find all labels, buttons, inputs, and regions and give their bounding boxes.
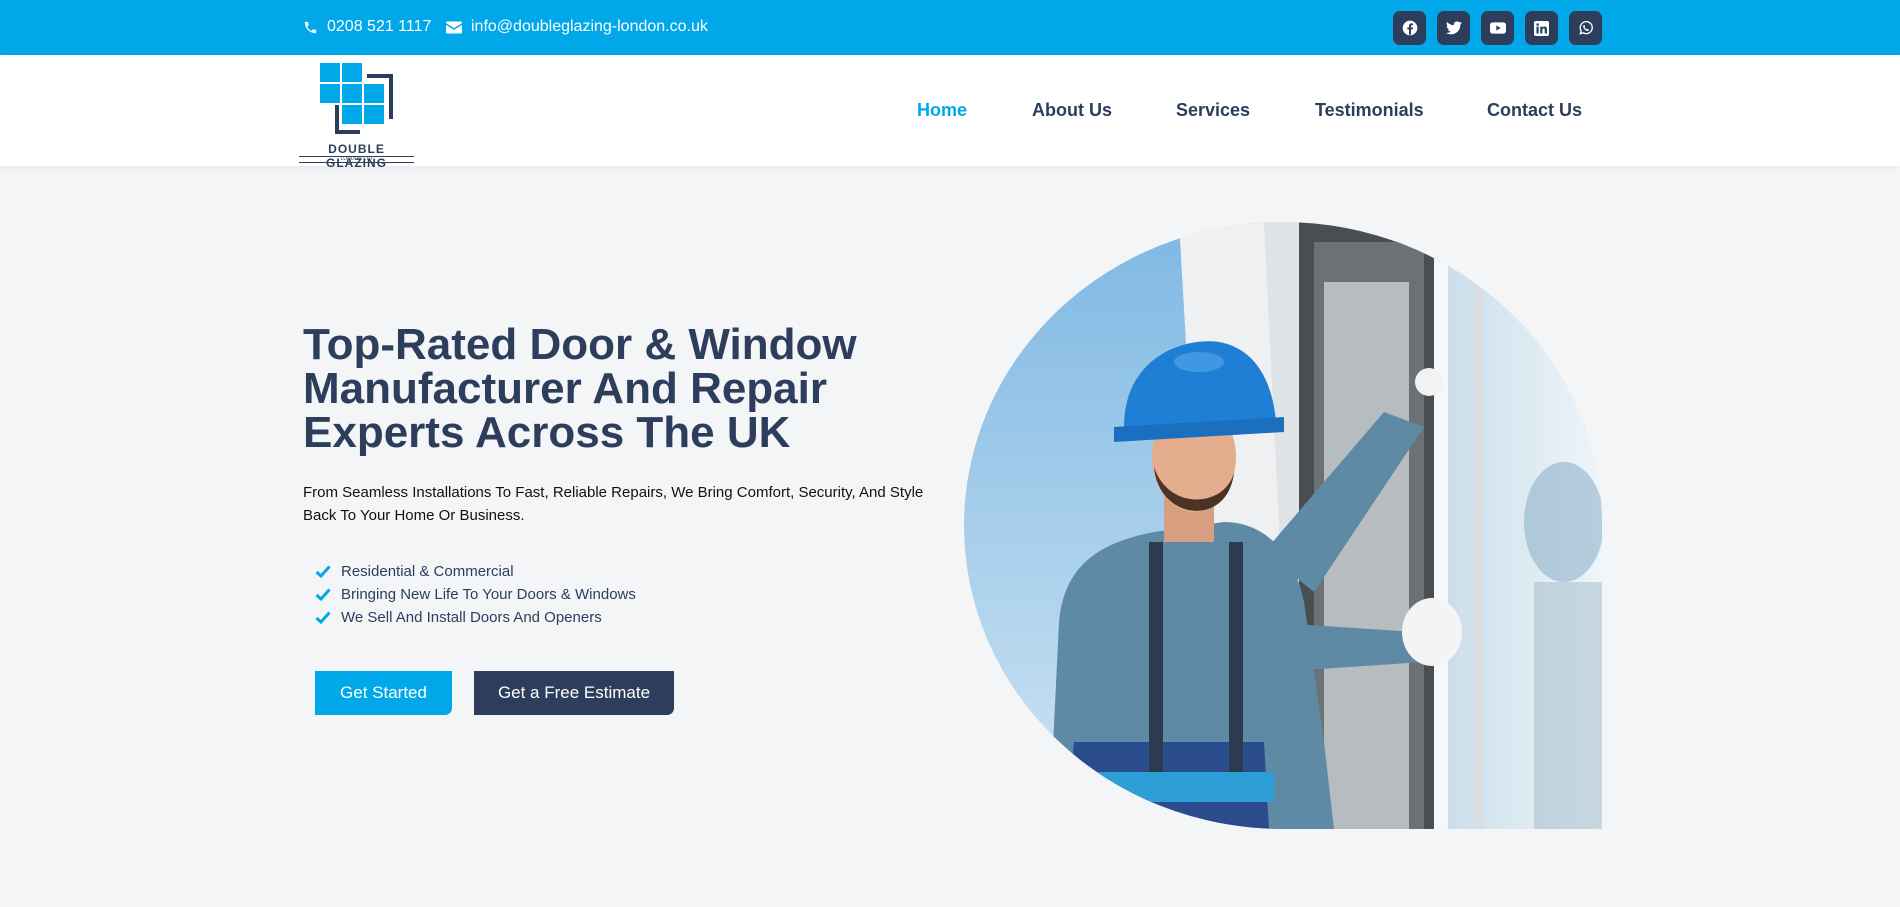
facebook-icon bbox=[1402, 20, 1417, 36]
whatsapp-link[interactable] bbox=[1569, 11, 1602, 45]
nav-services[interactable]: Services bbox=[1176, 100, 1250, 121]
twitter-icon bbox=[1445, 21, 1462, 35]
feature-item: Residential & Commercial bbox=[315, 560, 636, 583]
feature-label: Residential & Commercial bbox=[341, 563, 514, 580]
nav-about-us[interactable]: About Us bbox=[1032, 100, 1112, 121]
worker-installing-window-illustration bbox=[964, 222, 1602, 829]
envelope-icon bbox=[446, 21, 462, 33]
linkedin-link[interactable] bbox=[1525, 11, 1558, 45]
brand-logo[interactable]: DOUBLE GLAZING LONDON LTD bbox=[299, 62, 414, 170]
check-icon bbox=[315, 588, 331, 601]
brand-subtitle: LONDON LTD bbox=[299, 156, 414, 163]
youtube-link[interactable] bbox=[1481, 11, 1514, 45]
feature-item: We Sell And Install Doors And Openers bbox=[315, 606, 636, 629]
top-bar: 0208 521 1117 info@doubleglazing-london.… bbox=[0, 0, 1900, 55]
logo-window-icon bbox=[320, 63, 393, 134]
email-link[interactable]: info@doubleglazing-london.co.uk bbox=[446, 18, 708, 36]
hero-subtitle: From Seamless Installations To Fast, Rel… bbox=[303, 484, 924, 524]
get-started-button[interactable]: Get Started bbox=[315, 671, 452, 715]
free-estimate-button[interactable]: Get a Free Estimate bbox=[474, 671, 674, 715]
nav-home[interactable]: Home bbox=[917, 100, 967, 121]
phone-icon bbox=[304, 21, 317, 33]
phone-number: 0208 521 1117 bbox=[327, 18, 432, 35]
linkedin-icon bbox=[1534, 20, 1549, 36]
facebook-link[interactable] bbox=[1393, 11, 1426, 45]
youtube-icon bbox=[1489, 22, 1506, 34]
hero-image bbox=[964, 222, 1602, 829]
check-icon bbox=[315, 611, 331, 624]
feature-label: We Sell And Install Doors And Openers bbox=[341, 609, 602, 626]
check-icon bbox=[315, 565, 331, 578]
hero-title: Top-Rated Door & Window Manufacturer And… bbox=[303, 320, 857, 457]
email-address: info@doubleglazing-london.co.uk bbox=[471, 18, 708, 35]
nav-testimonials[interactable]: Testimonials bbox=[1315, 100, 1424, 121]
social-links bbox=[1393, 11, 1602, 45]
nav-contact-us[interactable]: Contact Us bbox=[1487, 100, 1582, 121]
twitter-link[interactable] bbox=[1437, 11, 1470, 45]
feature-list: Residential & Commercial Bringing New Li… bbox=[315, 560, 636, 629]
phone-link[interactable]: 0208 521 1117 bbox=[303, 18, 431, 36]
feature-label: Bringing New Life To Your Doors & Window… bbox=[341, 586, 636, 603]
feature-item: Bringing New Life To Your Doors & Window… bbox=[315, 583, 636, 606]
whatsapp-icon bbox=[1578, 20, 1593, 35]
